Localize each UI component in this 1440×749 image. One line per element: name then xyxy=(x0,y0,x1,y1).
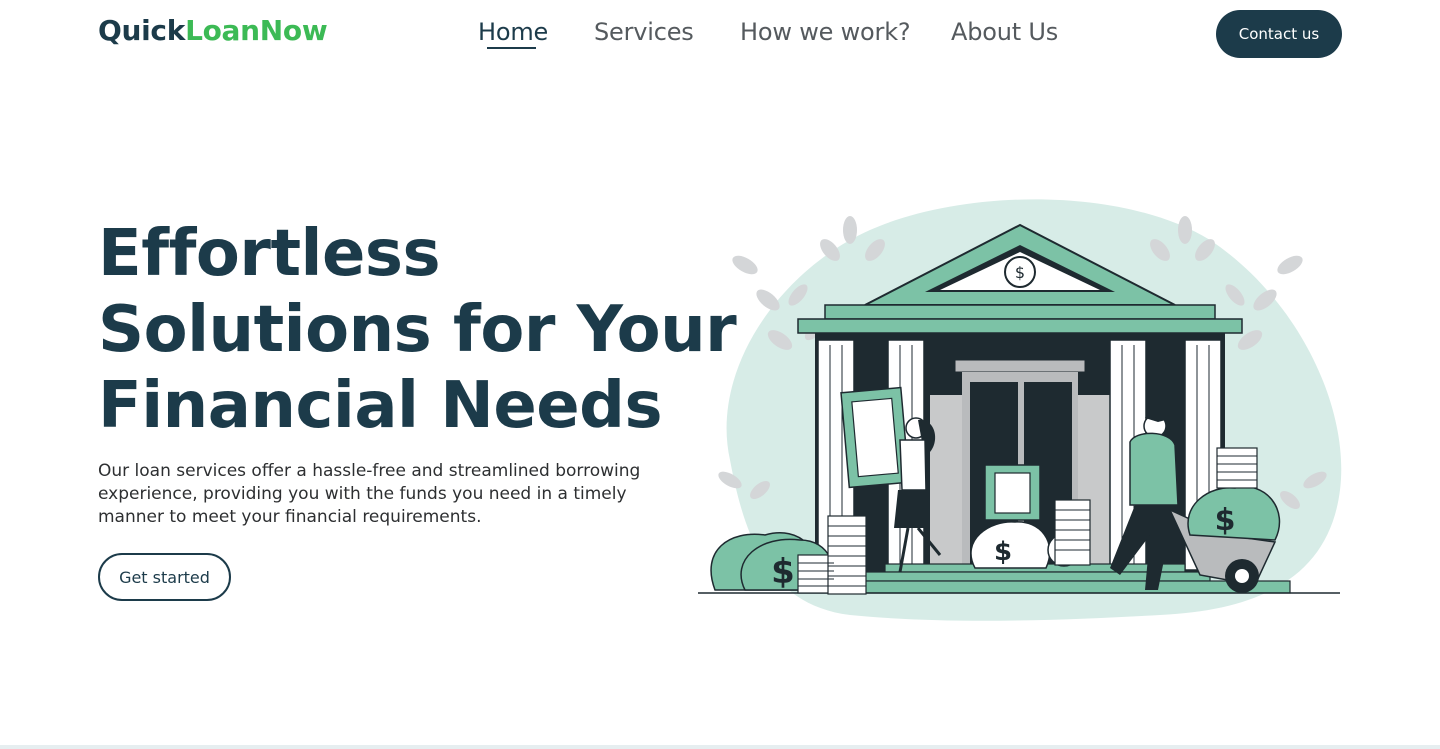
logo[interactable]: QuickLoanNow xyxy=(98,14,328,47)
nav-item-services[interactable]: Services xyxy=(594,18,694,46)
nav-item-home[interactable]: Home xyxy=(478,18,548,46)
bank-illustration: $ $ $ $ xyxy=(690,190,1350,630)
hero-title-line-3: Financial Needs xyxy=(98,369,663,443)
logo-part-quick: Quick xyxy=(98,14,186,47)
get-started-button[interactable]: Get started xyxy=(98,553,231,601)
svg-text:$: $ xyxy=(994,537,1012,567)
nav-item-how-we-work[interactable]: How we work? xyxy=(740,18,911,46)
contact-button[interactable]: Contact us xyxy=(1216,10,1342,58)
svg-text:$: $ xyxy=(1015,263,1025,282)
hero-title-line-1: Effortless xyxy=(98,217,441,291)
section-divider xyxy=(0,745,1440,749)
nav-active-underline xyxy=(487,47,536,49)
hero-title: Effortless Solutions for Your Financial … xyxy=(98,216,737,444)
hero-description: Our loan services offer a hassle-free an… xyxy=(98,461,641,527)
svg-text:$: $ xyxy=(771,552,795,592)
logo-part-loannow: LoanNow xyxy=(185,14,328,47)
hero-title-line-2: Solutions for Your xyxy=(98,293,737,367)
site-header: QuickLoanNow Home Services How we work? … xyxy=(0,0,1440,68)
svg-text:$: $ xyxy=(1215,503,1236,538)
nav-item-about-us[interactable]: About Us xyxy=(951,18,1058,46)
